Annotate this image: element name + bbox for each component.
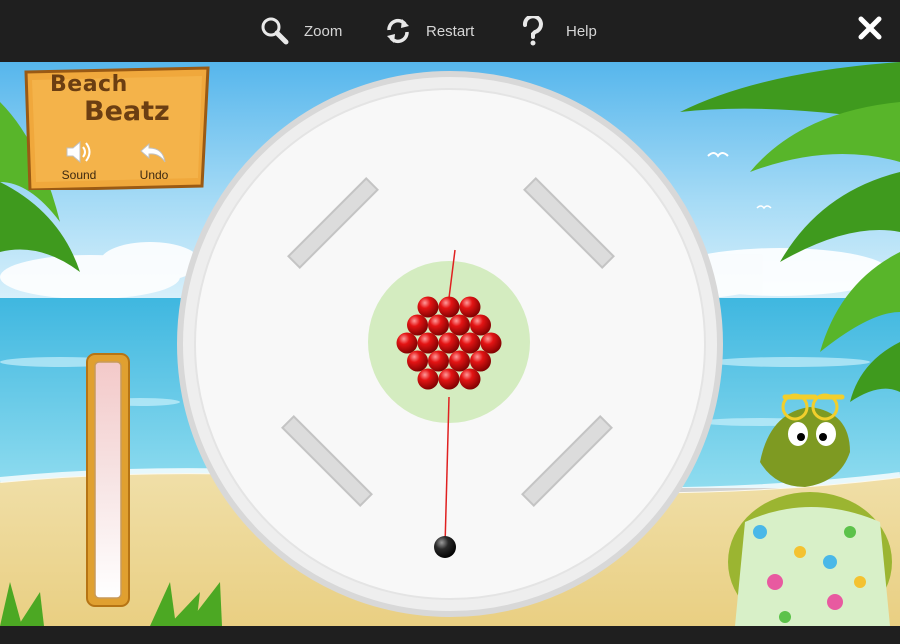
game-title-line2: Beatz	[84, 96, 170, 127]
restart-label: Restart	[426, 22, 475, 40]
undo-arrow-icon	[140, 142, 166, 163]
red-ball	[470, 314, 491, 336]
shooter-ball[interactable]	[434, 536, 456, 558]
undo-button[interactable]: Undo	[119, 138, 189, 182]
game-title-line1: Beach	[50, 72, 128, 97]
restart-button[interactable]: Restart	[384, 0, 474, 62]
sound-label: Sound	[61, 168, 97, 182]
question-mark-icon	[522, 16, 543, 46]
bottom-bar	[0, 626, 900, 644]
red-ball	[417, 332, 439, 354]
red-ball	[428, 314, 449, 336]
red-ball	[396, 332, 418, 354]
restart-icon	[387, 18, 409, 44]
red-ball	[438, 368, 460, 390]
red-ball	[407, 314, 428, 336]
red-ball	[428, 350, 449, 372]
help-button[interactable]: Help	[522, 0, 597, 62]
red-ball	[480, 332, 502, 354]
zoom-label: Zoom	[304, 22, 343, 40]
red-ball	[449, 350, 470, 372]
close-icon	[858, 16, 882, 40]
red-ball	[449, 314, 470, 336]
top-toolbar: Zoom Restart Help	[0, 0, 900, 62]
game-title-sign: Beach Beatz Sound Undo	[22, 66, 212, 190]
red-ball	[459, 296, 481, 318]
magnifier-icon	[261, 17, 289, 45]
red-ball	[459, 332, 481, 354]
red-ball	[438, 332, 460, 354]
red-ball	[438, 296, 460, 318]
zoom-button[interactable]: Zoom	[258, 0, 342, 62]
red-ball	[417, 296, 439, 318]
red-ball	[417, 368, 439, 390]
red-ball	[407, 350, 428, 372]
close-button[interactable]	[850, 8, 890, 48]
red-ball	[470, 350, 491, 372]
undo-label: Undo	[139, 168, 169, 182]
red-ball	[459, 368, 481, 390]
speaker-icon	[66, 140, 91, 164]
sound-button[interactable]: Sound	[44, 138, 114, 182]
help-label: Help	[566, 22, 597, 40]
